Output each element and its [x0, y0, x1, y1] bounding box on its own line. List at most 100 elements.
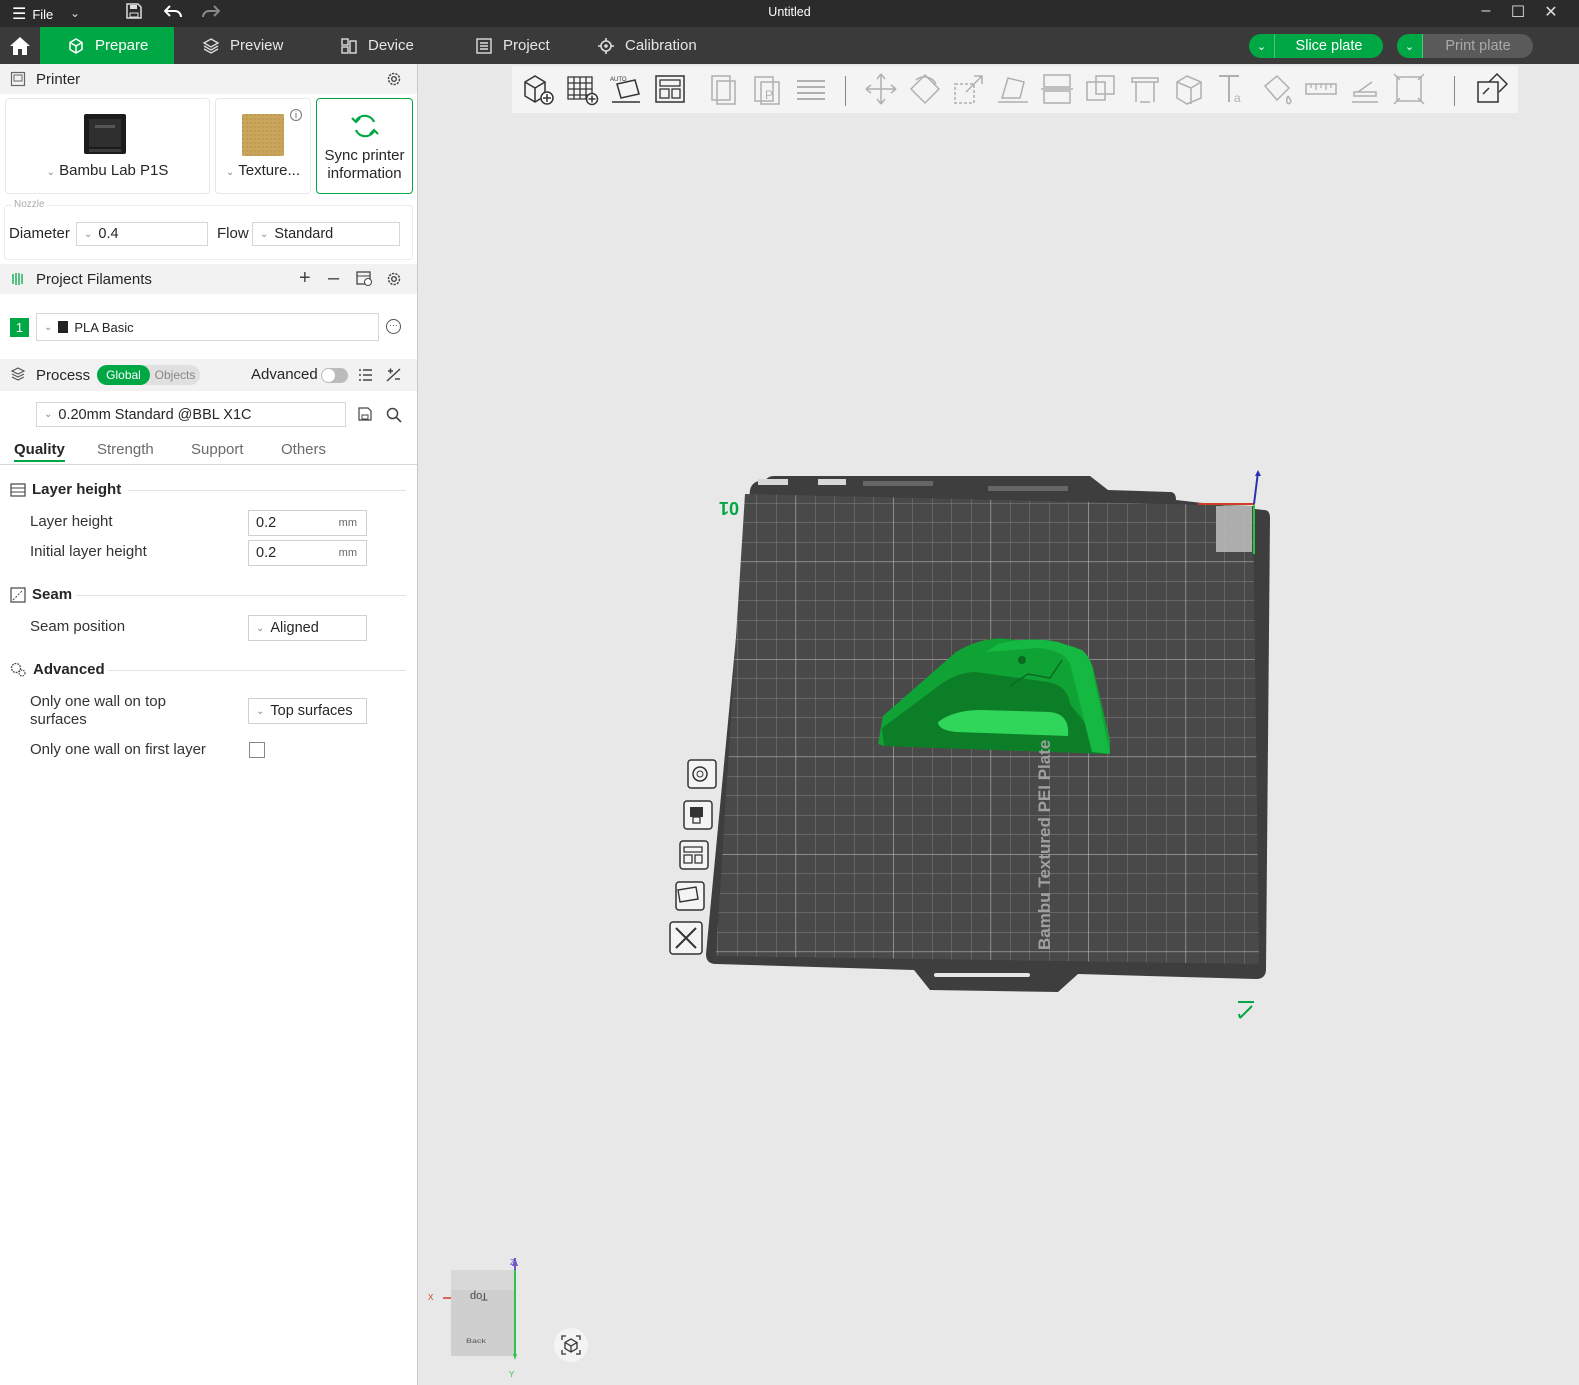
3d-viewport[interactable]: AUTO P a 01 Bambu Textured PEI Plate Top…: [418, 64, 1579, 1385]
move-icon[interactable]: [864, 72, 898, 106]
layers-icon: [202, 37, 220, 54]
advanced-group: Advanced: [10, 661, 105, 678]
lay-on-face-icon[interactable]: [996, 72, 1030, 106]
plate-edit-icon[interactable]: [1236, 998, 1256, 1020]
measure-icon[interactable]: [1304, 72, 1338, 106]
save-icon[interactable]: [126, 3, 142, 24]
seam-group: Seam: [10, 586, 72, 603]
filament-select[interactable]: ⌄ PLA Basic: [36, 313, 379, 341]
one-wall-top-label-2: surfaces: [30, 711, 87, 728]
calibration-icon: [598, 37, 614, 54]
tab-others[interactable]: Others: [281, 441, 326, 458]
tab-support[interactable]: Support: [191, 441, 244, 458]
seam-position-select[interactable]: ⌄ Aligned: [248, 615, 367, 641]
plate-select-card[interactable]: i ⌄ Texture...: [215, 98, 311, 194]
auto-orient-icon[interactable]: AUTO: [609, 72, 643, 106]
search-icon[interactable]: [386, 407, 402, 423]
minimize-icon[interactable]: –: [1473, 2, 1499, 20]
filament-index-badge[interactable]: 1: [10, 318, 29, 337]
info-icon[interactable]: i: [290, 109, 302, 121]
advanced-switch[interactable]: [321, 368, 348, 383]
close-icon[interactable]: ✕: [1538, 2, 1564, 22]
compare-icon[interactable]: [386, 367, 401, 383]
home-button[interactable]: [0, 27, 40, 64]
reset-view-icon: [561, 1335, 581, 1355]
printer-select-card[interactable]: ⌄ Bambu Lab P1S: [5, 98, 210, 194]
filament-name: PLA Basic: [74, 319, 134, 335]
add-plate-icon[interactable]: [565, 72, 599, 106]
list-icon[interactable]: [358, 368, 373, 382]
layers-editor-icon[interactable]: [794, 72, 828, 106]
diameter-select[interactable]: ⌄ 0.4: [76, 222, 208, 246]
one-wall-first-checkbox[interactable]: [249, 742, 265, 758]
view-cube[interactable]: [426, 1254, 536, 1374]
toolbar-divider: [1454, 76, 1455, 106]
initial-layer-height-input[interactable]: 0.2 mm: [248, 540, 367, 566]
layer-height-label: Layer height: [30, 513, 113, 530]
advanced-gear-icon: [10, 662, 26, 677]
one-wall-top-select[interactable]: ⌄ Top surfaces: [248, 698, 367, 724]
slice-plate-button[interactable]: ⌄ Slice plate: [1249, 34, 1383, 58]
chevron-down-icon[interactable]: ⌄: [70, 6, 80, 20]
gear-icon[interactable]: [386, 271, 402, 287]
filaments-section-title: Project Filaments: [36, 270, 152, 288]
reset-view-button[interactable]: [554, 1328, 588, 1362]
cut-icon[interactable]: [1040, 72, 1074, 106]
viewport-toolbar: AUTO P a: [512, 66, 1518, 113]
simplify-icon[interactable]: [1392, 72, 1426, 106]
paste-icon[interactable]: P: [750, 72, 784, 106]
toggle-global[interactable]: Global: [97, 365, 150, 385]
svg-text:P: P: [765, 88, 773, 102]
tab-quality[interactable]: Quality: [14, 441, 65, 462]
add-filament-icon[interactable]: +: [299, 267, 311, 290]
chevron-down-icon: ⌄: [84, 228, 93, 240]
seam-paint-icon[interactable]: [1172, 72, 1206, 106]
tab-prepare[interactable]: Prepare: [40, 27, 174, 64]
add-object-icon[interactable]: [521, 72, 555, 106]
tab-strength[interactable]: Strength: [97, 441, 154, 458]
assembly-icon[interactable]: [1348, 72, 1382, 106]
global-objects-toggle[interactable]: Global Objects: [97, 365, 200, 385]
layer-height-input[interactable]: 0.2 mm: [248, 510, 367, 536]
copy-icon[interactable]: [706, 72, 740, 106]
gear-icon[interactable]: [386, 71, 402, 87]
remove-filament-icon[interactable]: –: [328, 267, 339, 290]
bambu-logo-icon: [58, 321, 69, 333]
tab-device-label: Device: [368, 37, 414, 54]
print-dropdown-icon[interactable]: ⌄: [1397, 34, 1423, 58]
tab-project[interactable]: Project: [475, 27, 550, 64]
split-objects-icon[interactable]: [1475, 72, 1509, 106]
chevron-down-icon: ⌄: [260, 228, 269, 240]
filament-manager-icon[interactable]: [356, 271, 373, 287]
undo-icon[interactable]: [163, 3, 182, 24]
tab-device[interactable]: Device: [340, 27, 414, 64]
plate-thumbnail: [242, 114, 284, 156]
boolean-icon[interactable]: [1084, 72, 1118, 106]
tab-preview[interactable]: Preview: [202, 27, 283, 64]
chevron-down-icon: ⌄: [44, 409, 53, 420]
tab-calibration-label: Calibration: [625, 37, 697, 54]
slice-dropdown-icon[interactable]: ⌄: [1249, 34, 1275, 58]
flow-select[interactable]: ⌄ Standard: [252, 222, 400, 246]
rotate-icon[interactable]: [908, 72, 942, 106]
more-options-icon[interactable]: ···: [386, 319, 401, 334]
print-plate-button[interactable]: ⌄ Print plate: [1397, 34, 1533, 58]
sync-printer-button[interactable]: Sync printer information: [316, 98, 413, 194]
printer-name: Bambu Lab P1S: [59, 162, 169, 179]
toggle-objects[interactable]: Objects: [150, 365, 200, 385]
chevron-down-icon: ⌄: [256, 622, 265, 634]
file-menu[interactable]: ☰ File: [12, 4, 53, 24]
tab-calibration[interactable]: Calibration: [597, 27, 697, 64]
flow-label: Flow: [217, 225, 249, 242]
text-icon[interactable]: a: [1216, 72, 1250, 106]
print-plate-label: Print plate: [1445, 38, 1511, 54]
support-paint-icon[interactable]: [1128, 72, 1162, 106]
arrange-icon[interactable]: [653, 72, 687, 106]
process-preset-select[interactable]: ⌄ 0.20mm Standard @BBL X1C: [36, 402, 346, 427]
scale-icon[interactable]: [952, 72, 986, 106]
maximize-icon[interactable]: ☐: [1505, 2, 1531, 22]
redo-icon[interactable]: [202, 3, 221, 24]
layer-height-icon: [10, 482, 26, 497]
color-paint-icon[interactable]: [1260, 72, 1294, 106]
save-icon[interactable]: [358, 407, 372, 421]
